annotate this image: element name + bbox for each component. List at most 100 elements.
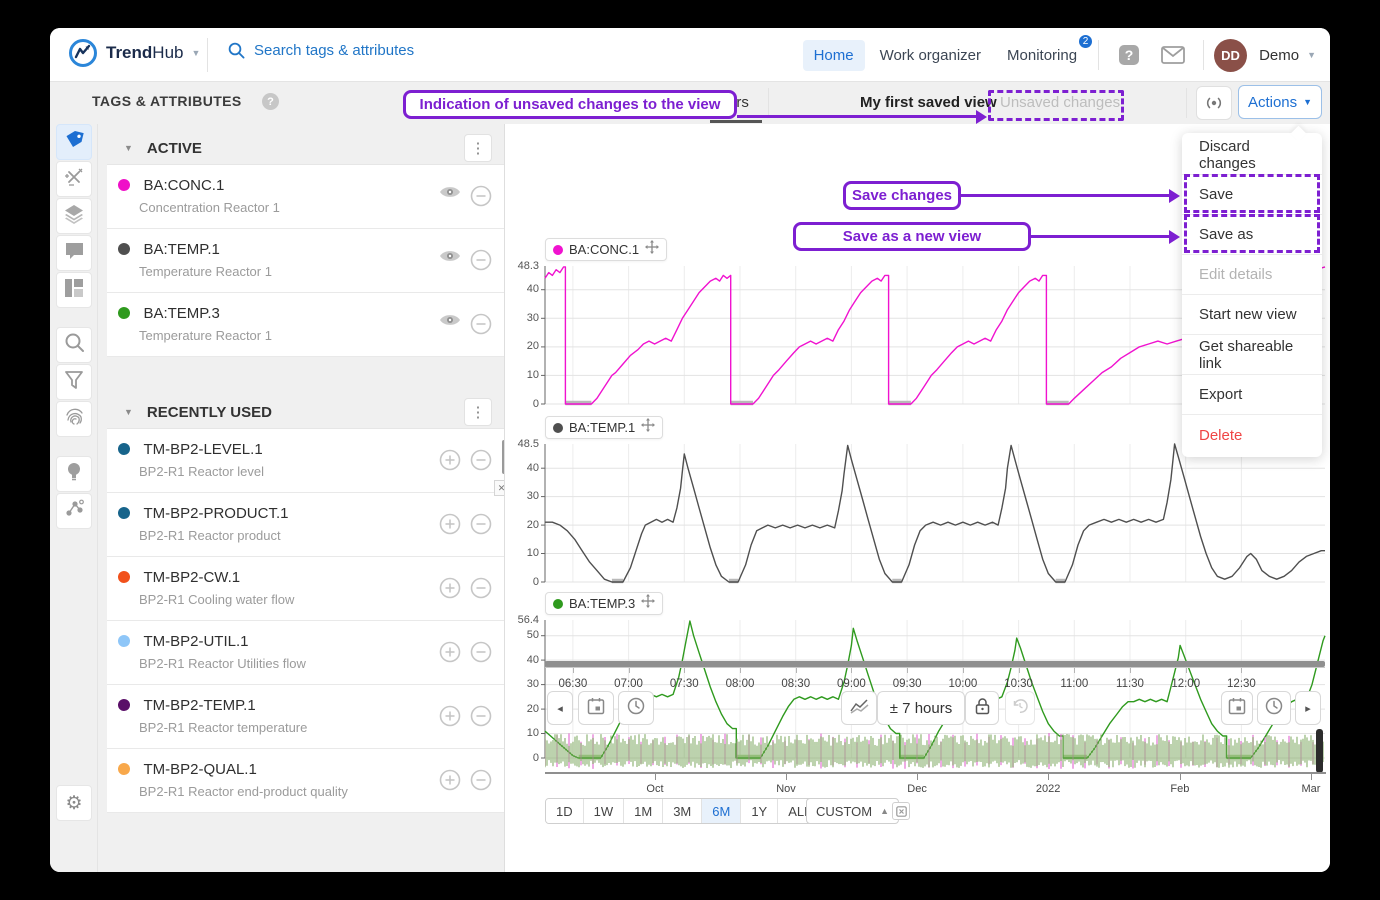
comment-icon — [64, 241, 85, 266]
eye-icon[interactable] — [439, 185, 461, 212]
minus-icon[interactable] — [470, 249, 492, 276]
minus-icon[interactable] — [470, 513, 492, 540]
collapse-chevron-icon[interactable]: ▼ — [124, 143, 133, 153]
custom-range-button[interactable]: CUSTOM▲ — [806, 798, 899, 824]
tag-row-TM-BP2-LEVEL.1[interactable]: TM-BP2-LEVEL.1 BP2-R1 Reactor level — [107, 429, 505, 493]
help-button[interactable]: ? — [1109, 35, 1149, 75]
chart-BA:TEMP.1[interactable]: 01020304048.5 — [545, 444, 1325, 582]
tag-row-BA:TEMP.1[interactable]: BA:TEMP.1 Temperature Reactor 1 — [107, 229, 505, 293]
menu-item-export[interactable]: Export — [1182, 375, 1322, 415]
tag-row-TM-BP2-QUAL.1[interactable]: TM-BP2-QUAL.1 BP2-R1 Reactor end-product… — [107, 749, 505, 813]
panel-help-icon[interactable]: ? — [262, 93, 279, 110]
tag-row-TM-BP2-UTIL.1[interactable]: TM-BP2-UTIL.1 BP2-R1 Reactor Utilities f… — [107, 621, 505, 685]
plus-icon[interactable] — [439, 449, 461, 476]
lock-icon — [975, 697, 990, 720]
move-icon[interactable] — [641, 594, 655, 613]
series-color-dot — [553, 599, 563, 609]
brand-logo[interactable]: TrendHub ▼ — [68, 38, 200, 68]
eye-icon[interactable] — [439, 249, 461, 276]
help-icon: ? — [1118, 44, 1140, 66]
time-tick — [963, 668, 964, 673]
nav-link-home[interactable]: Home — [803, 40, 865, 71]
menu-item-delete[interactable]: Delete — [1182, 415, 1322, 455]
minus-icon[interactable] — [470, 577, 492, 604]
avatar[interactable]: DD — [1214, 39, 1247, 72]
plus-icon[interactable] — [439, 577, 461, 604]
eye-icon[interactable] — [439, 313, 461, 340]
mail-button[interactable] — [1153, 35, 1193, 75]
minus-icon[interactable] — [470, 449, 492, 476]
time-tick — [629, 668, 630, 673]
rail-button-nodes[interactable] — [56, 493, 92, 529]
tag-row-TM-BP2-CW.1[interactable]: TM-BP2-CW.1 BP2-R1 Cooling water flow — [107, 557, 505, 621]
step-back-button[interactable]: ◂ — [547, 691, 573, 725]
range-button-1m[interactable]: 1M — [624, 799, 663, 823]
menu-item-get-shareable-link[interactable]: Get shareable link — [1182, 335, 1322, 375]
context-overview-chart[interactable] — [545, 731, 1325, 771]
brand-chevron-icon[interactable]: ▼ — [191, 48, 200, 58]
menu-item-save[interactable]: Save — [1182, 175, 1322, 215]
tag-row-TM-BP2-TEMP.1[interactable]: TM-BP2-TEMP.1 BP2-R1 Reactor temperature — [107, 685, 505, 749]
context-tick — [655, 774, 656, 780]
menu-item-save-as[interactable]: Save as — [1182, 215, 1322, 255]
tag-row-TM-BP2-PRODUCT.1[interactable]: TM-BP2-PRODUCT.1 BP2-R1 Reactor product — [107, 493, 505, 557]
compare-button[interactable] — [841, 691, 877, 725]
tag-list: BA:CONC.1 Concentration Reactor 1 BA:TEM… — [107, 164, 505, 357]
lock-window-button[interactable] — [965, 691, 999, 725]
step-forward-button[interactable]: ▸ — [1295, 691, 1321, 725]
nav-link-monitoring[interactable]: Monitoring2 — [996, 40, 1088, 71]
section-menu-button[interactable]: ⋮ — [464, 398, 492, 426]
minus-icon[interactable] — [470, 313, 492, 340]
plus-icon[interactable] — [439, 513, 461, 540]
context-tick-label: Oct — [646, 783, 663, 795]
menu-item-start-new-view[interactable]: Start new view — [1182, 295, 1322, 335]
section-menu-button[interactable]: ⋮ — [464, 134, 492, 162]
rail-button-dashboard[interactable] — [56, 272, 92, 308]
rail-button-formula[interactable] — [56, 161, 92, 197]
user-menu-chevron-icon[interactable]: ▼ — [1307, 50, 1316, 60]
series-chip-BA:TEMP.1[interactable]: BA:TEMP.1 — [545, 416, 663, 439]
time-window-button[interactable]: ± 7 hours — [877, 691, 965, 725]
minus-icon[interactable] — [470, 641, 492, 668]
annotation-save-hint: Save changes — [843, 181, 961, 210]
rail-button-bulb[interactable] — [56, 456, 92, 492]
range-button-1w[interactable]: 1W — [584, 799, 625, 823]
range-button-6m[interactable]: 6M — [702, 799, 741, 823]
search-input[interactable]: Search tags & attributes — [228, 42, 414, 59]
minus-icon[interactable] — [470, 769, 492, 796]
move-icon[interactable] — [641, 418, 655, 437]
series-chip-BA:TEMP.3[interactable]: BA:TEMP.3 — [545, 592, 663, 615]
start-calendar-button[interactable] — [578, 691, 614, 725]
time-tick-label: 07:30 — [670, 678, 699, 690]
tag-row-BA:TEMP.3[interactable]: BA:TEMP.3 Temperature Reactor 1 — [107, 293, 505, 357]
collapse-chevron-icon[interactable]: ▼ — [124, 407, 133, 417]
clear-range-button[interactable] — [892, 802, 910, 820]
actions-button[interactable]: Actions▼ — [1238, 85, 1322, 119]
range-button-1d[interactable]: 1D — [546, 799, 584, 823]
range-button-3m[interactable]: 3M — [663, 799, 702, 823]
rail-button-funnel[interactable] — [56, 364, 92, 400]
rail-button-comment[interactable] — [56, 235, 92, 271]
live-mode-button[interactable] — [1196, 86, 1232, 120]
plus-icon[interactable] — [439, 705, 461, 732]
rail-button-layers[interactable] — [56, 198, 92, 234]
start-clock-button[interactable] — [618, 691, 654, 725]
rail-button-search[interactable] — [56, 327, 92, 363]
tag-row-BA:CONC.1[interactable]: BA:CONC.1 Concentration Reactor 1 — [107, 165, 505, 229]
settings-button[interactable]: ⚙ — [56, 785, 92, 821]
plus-icon[interactable] — [439, 769, 461, 796]
range-button-1y[interactable]: 1Y — [741, 799, 778, 823]
time-tick — [796, 668, 797, 673]
rail-button-tag[interactable] — [56, 124, 92, 160]
plus-icon[interactable] — [439, 641, 461, 668]
end-calendar-button[interactable] — [1221, 691, 1253, 725]
end-clock-button[interactable] — [1257, 691, 1291, 725]
move-icon[interactable] — [645, 240, 659, 259]
nav-link-work-organizer[interactable]: Work organizer — [869, 40, 992, 71]
context-selection-handle[interactable] — [1316, 729, 1323, 773]
minus-icon[interactable] — [470, 705, 492, 732]
minus-icon[interactable] — [470, 185, 492, 212]
series-chip-BA:CONC.1[interactable]: BA:CONC.1 — [545, 238, 667, 261]
menu-item-discard-changes[interactable]: Discard changes — [1182, 135, 1322, 175]
rail-button-fingerprint[interactable] — [56, 401, 92, 437]
